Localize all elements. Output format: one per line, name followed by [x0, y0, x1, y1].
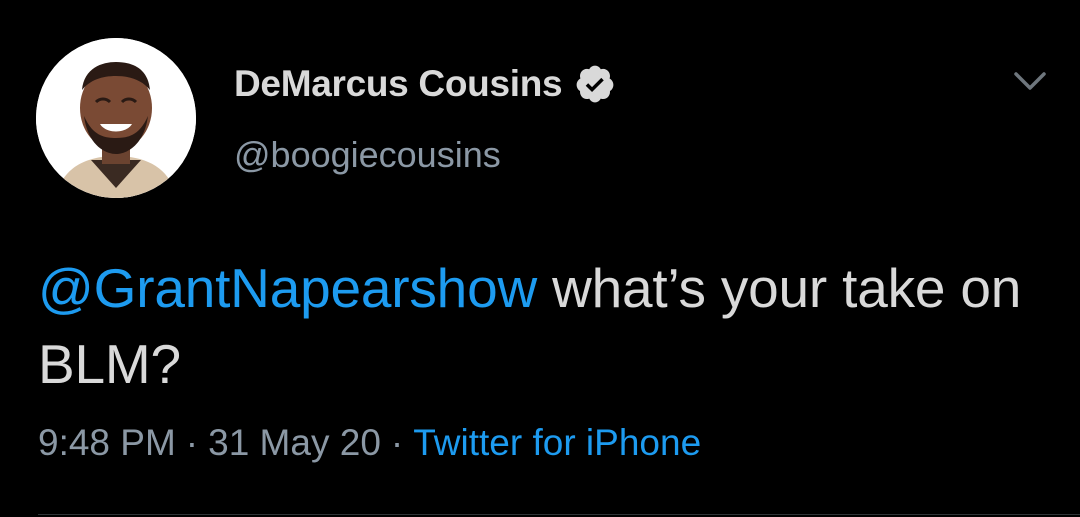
display-name[interactable]: DeMarcus Cousins [234, 63, 563, 105]
tweet-time[interactable]: 9:48 PM [38, 422, 176, 463]
tweet-source-link[interactable]: Twitter for iPhone [413, 422, 701, 463]
author-name-row[interactable]: DeMarcus Cousins [234, 58, 616, 110]
tweet-text: @GrantNapearshow what’s your take on BLM… [38, 250, 1038, 402]
avatar[interactable] [36, 38, 196, 198]
tweet-meta: 9:48 PM · 31 May 20 · Twitter for iPhone [38, 422, 701, 464]
divider [38, 514, 1080, 515]
mention-link[interactable]: @GrantNapearshow [38, 257, 537, 319]
avatar-image [36, 38, 196, 198]
verified-badge-icon [574, 63, 616, 105]
meta-separator: · [185, 422, 199, 463]
chevron-down-icon[interactable] [1010, 66, 1050, 96]
meta-separator: · [390, 422, 404, 463]
tweet-date[interactable]: 31 May 20 [208, 422, 381, 463]
author-handle[interactable]: @boogiecousins [234, 134, 501, 176]
tweet-card: DeMarcus Cousins @boogiecousins @GrantNa… [0, 0, 1080, 517]
